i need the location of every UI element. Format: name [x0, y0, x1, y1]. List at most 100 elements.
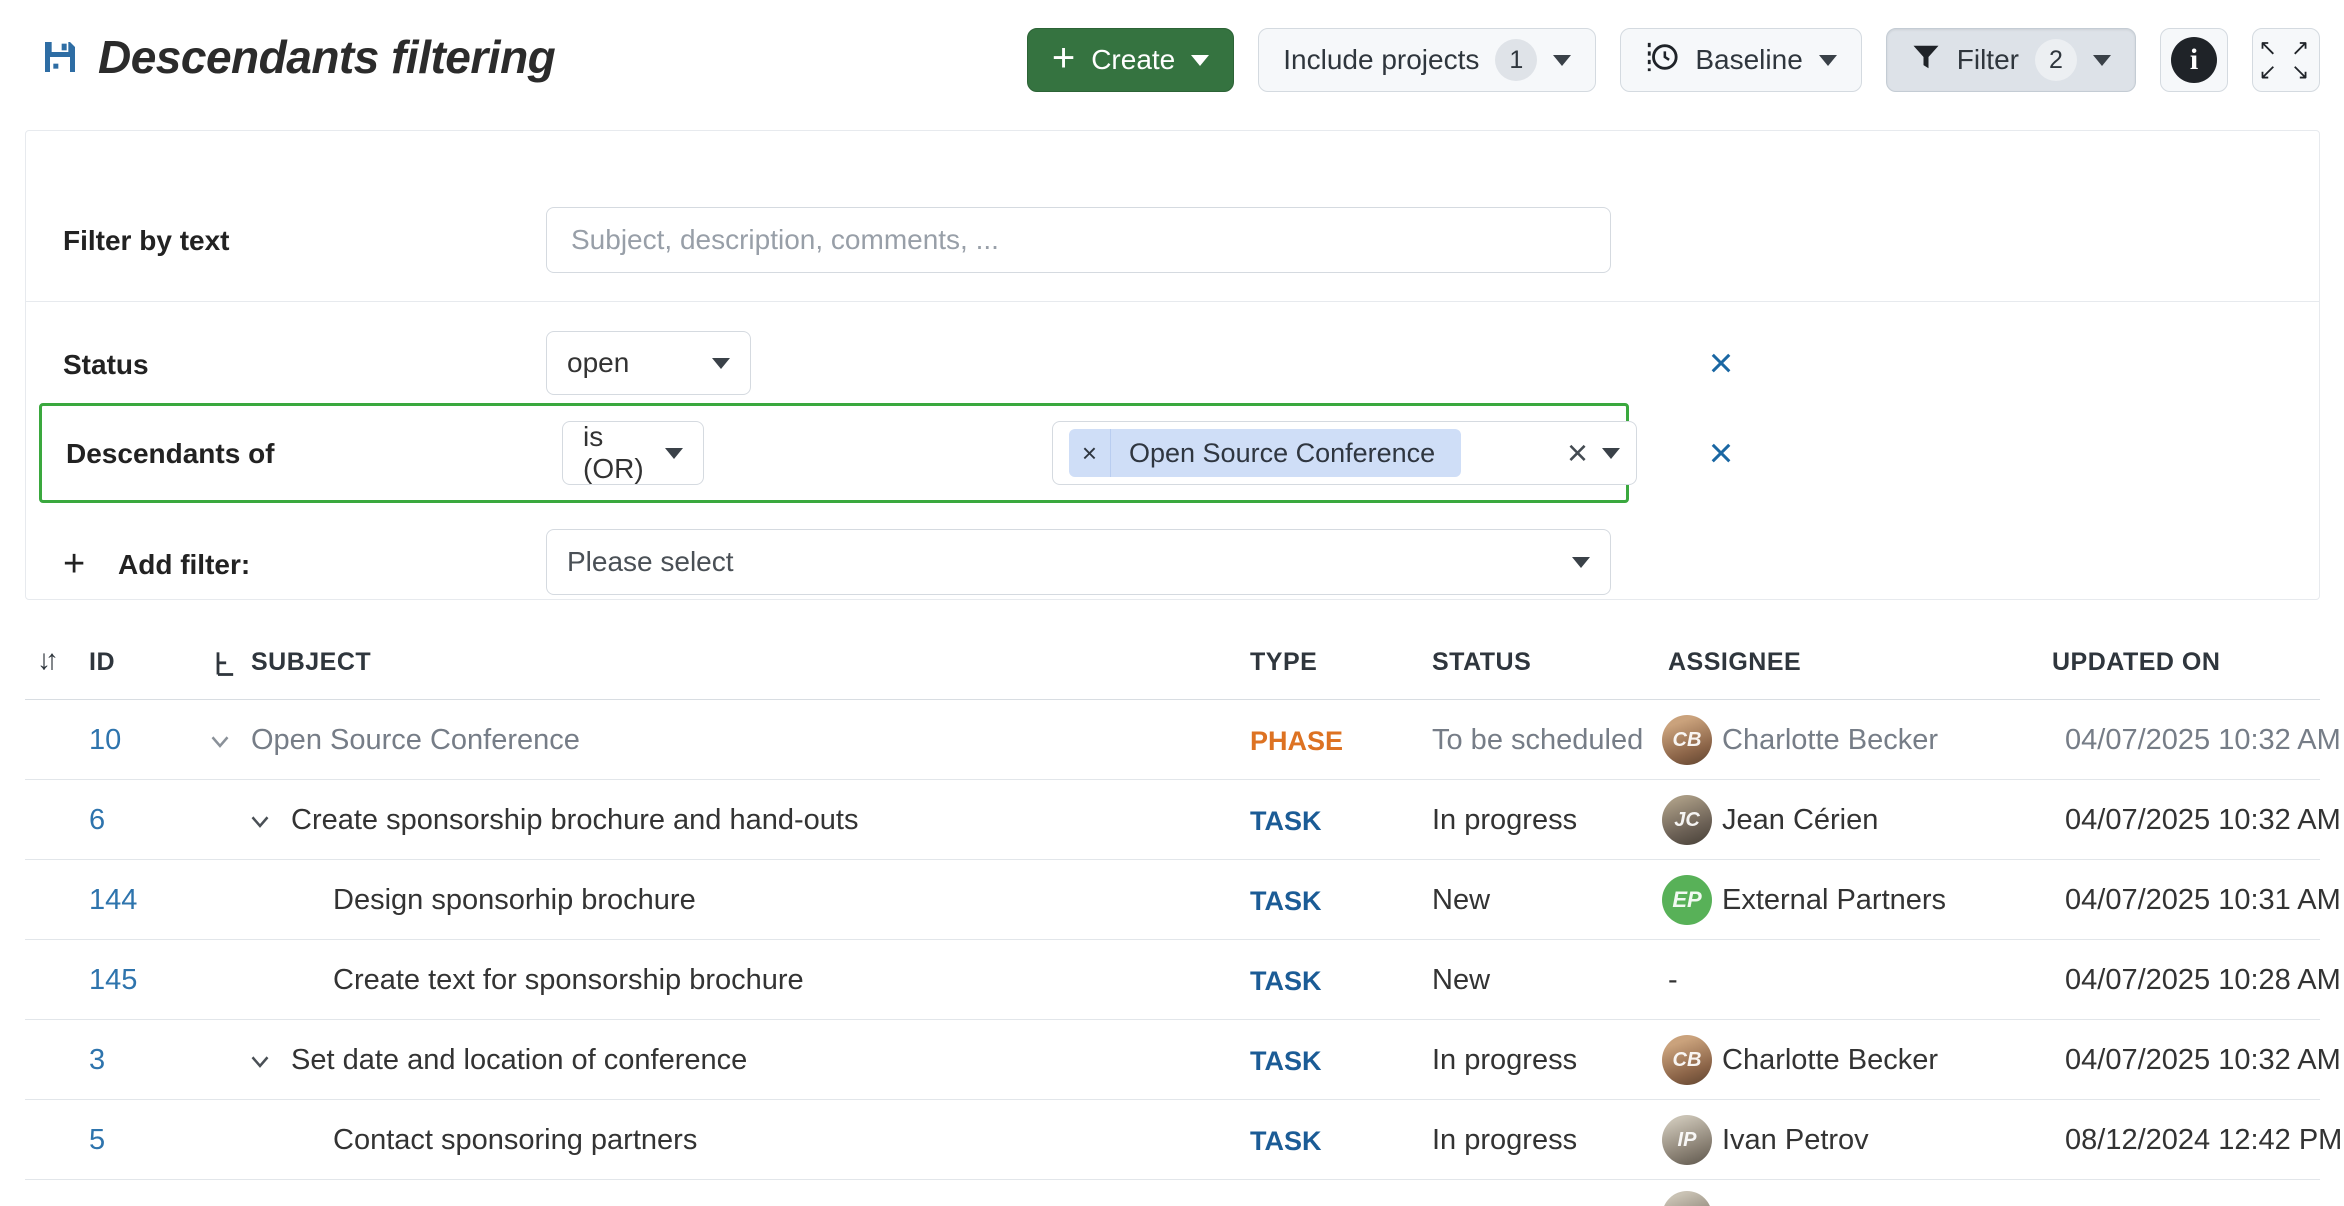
table-row[interactable]: 6 Create sponsorship brochure and hand-o… — [25, 780, 2320, 860]
work-package-id-link[interactable]: 5 — [89, 1124, 105, 1157]
caret-down-icon[interactable] — [1602, 448, 1620, 459]
type-badge: PHASE — [1250, 726, 1343, 757]
filter-by-text-input[interactable] — [546, 207, 1611, 273]
page-title: Descendants filtering — [98, 30, 555, 84]
work-package-subject[interactable]: Create text for sponsorship brochure — [333, 964, 804, 997]
selected-value-chip: × Open Source Conference — [1069, 429, 1461, 477]
table-row-partial — [25, 1180, 2320, 1206]
chevron-down-icon — [1191, 55, 1209, 66]
column-header-type[interactable]: TYPE — [1250, 648, 1317, 677]
table-row[interactable]: 10 Open Source Conference PHASE To be sc… — [25, 700, 2320, 780]
assignee-name: External Partners — [1722, 884, 1946, 917]
include-projects-label: Include projects — [1283, 44, 1479, 76]
descendants-operator-select[interactable]: is (OR) — [562, 421, 704, 485]
caret-down-icon — [1572, 557, 1590, 568]
table-row[interactable]: 3 Set date and location of conference TA… — [25, 1020, 2320, 1100]
column-header-updated-on[interactable]: UPDATED ON — [2052, 648, 2220, 677]
filter-button[interactable]: Filter 2 — [1886, 28, 2136, 92]
caret-down-icon — [712, 358, 730, 369]
filter-by-text-label: Filter by text — [63, 225, 229, 257]
column-header-assignee[interactable]: ASSIGNEE — [1668, 648, 1801, 677]
assignee-avatar: JC — [1662, 795, 1712, 845]
assignee-name: - — [1668, 964, 1678, 997]
toolbar: + Create Include projects 1 Baseline — [1027, 28, 2320, 92]
include-projects-badge: 1 — [1495, 39, 1537, 81]
table-header: ↓↑ ID SUBJECT TYPE STATUS ASSIGNEE UPDAT… — [25, 630, 2320, 700]
status-text: New — [1432, 964, 1490, 997]
info-button[interactable]: i — [2160, 28, 2228, 92]
assignee-name: Ivan Petrov — [1722, 1124, 1869, 1157]
work-package-id-link[interactable]: 145 — [89, 964, 137, 997]
remove-status-filter-button[interactable]: × — [1691, 333, 1751, 393]
caret-down-icon — [665, 448, 683, 459]
work-package-subject[interactable]: Design sponsorhip brochure — [333, 884, 696, 917]
assignee-avatar — [1662, 1191, 1712, 1206]
page-header: Descendants filtering + Create Include p… — [0, 0, 2344, 120]
updated-on-timestamp: 04/07/2025 10:32 AM — [2065, 804, 2341, 837]
table-row[interactable]: 5 Contact sponsoring partners TASK In pr… — [25, 1100, 2320, 1180]
table-row[interactable]: 144 Design sponsorhip brochure TASK New … — [25, 860, 2320, 940]
descendants-filter-row-highlighted: Descendants of is (OR) × Open Source Con… — [39, 403, 1629, 503]
plus-icon: + — [1052, 38, 1075, 78]
baseline-button[interactable]: Baseline — [1620, 28, 1861, 92]
work-package-id-link[interactable]: 3 — [89, 1044, 105, 1077]
filter-badge: 2 — [2035, 39, 2077, 81]
clear-selection-icon[interactable]: × — [1553, 432, 1602, 474]
create-button[interactable]: + Create — [1027, 28, 1234, 92]
baseline-label: Baseline — [1695, 44, 1802, 76]
collapse-chevron-icon[interactable] — [245, 1046, 275, 1084]
create-button-label: Create — [1091, 44, 1175, 76]
work-package-subject[interactable]: Create sponsorship brochure and hand-out… — [291, 804, 858, 837]
descendants-filter-label: Descendants of — [66, 438, 275, 470]
work-package-subject[interactable]: Set date and location of conference — [291, 1044, 747, 1077]
add-filter-value: Please select — [567, 546, 734, 578]
add-filter-select[interactable]: Please select — [546, 529, 1611, 595]
descendants-value-select[interactable]: × Open Source Conference × — [1052, 421, 1637, 485]
updated-on-timestamp: 04/07/2025 10:28 AM — [2065, 964, 2341, 997]
table-row[interactable]: 145 Create text for sponsorship brochure… — [25, 940, 2320, 1020]
work-package-id-link[interactable]: 144 — [89, 884, 137, 917]
save-view-icon[interactable] — [40, 37, 80, 77]
filter-button-label: Filter — [1957, 44, 2019, 76]
updated-on-timestamp: 04/07/2025 10:32 AM — [2065, 724, 2341, 757]
remove-descendants-filter-button[interactable]: × — [1691, 423, 1751, 483]
status-text: In progress — [1432, 804, 1577, 837]
work-package-id-link[interactable]: 10 — [89, 724, 121, 757]
column-header-subject[interactable]: SUBJECT — [251, 648, 371, 677]
chip-label: Open Source Conference — [1111, 438, 1461, 469]
status-text: In progress — [1432, 1044, 1577, 1077]
plus-icon: + — [63, 543, 85, 586]
status-text: New — [1432, 884, 1490, 917]
type-badge: TASK — [1250, 966, 1322, 997]
type-badge: TASK — [1250, 806, 1322, 837]
work-package-table: ↓↑ ID SUBJECT TYPE STATUS ASSIGNEE UPDAT… — [25, 630, 2320, 1206]
assignee-name: Jean Cérien — [1722, 804, 1878, 837]
updated-on-timestamp: 04/07/2025 10:32 AM — [2065, 1044, 2341, 1077]
fullscreen-button[interactable]: ↖ ↗↙ ↘ — [2252, 28, 2320, 92]
assignee-avatar: CB — [1662, 715, 1712, 765]
column-header-status[interactable]: STATUS — [1432, 648, 1531, 677]
column-header-id[interactable]: ID — [89, 648, 115, 677]
type-badge: TASK — [1250, 1126, 1322, 1157]
hierarchy-icon[interactable] — [211, 650, 239, 685]
status-select[interactable]: open — [546, 331, 751, 395]
chevron-down-icon — [1819, 55, 1837, 66]
collapse-chevron-icon[interactable] — [245, 806, 275, 844]
assignee-avatar: EP — [1662, 875, 1712, 925]
collapse-chevron-icon[interactable] — [205, 726, 235, 764]
work-package-id-link[interactable]: 6 — [89, 804, 105, 837]
chip-remove-icon[interactable]: × — [1069, 429, 1111, 477]
assignee-avatar: IP — [1662, 1115, 1712, 1165]
add-filter-label: Add filter: — [118, 549, 250, 581]
filter-panel: Filter by text Status open × Descendants… — [25, 130, 2320, 600]
sort-icon[interactable]: ↓↑ — [37, 644, 53, 676]
work-package-subject[interactable]: Open Source Conference — [251, 724, 580, 757]
include-projects-button[interactable]: Include projects 1 — [1258, 28, 1596, 92]
baseline-icon — [1645, 40, 1679, 81]
assignee-name: Charlotte Becker — [1722, 1044, 1938, 1077]
info-icon: i — [2171, 37, 2217, 83]
status-filter-label: Status — [63, 349, 149, 381]
work-package-subject[interactable]: Contact sponsoring partners — [333, 1124, 697, 1157]
expand-icon: ↖ ↗↙ ↘ — [2259, 36, 2314, 84]
assignee-avatar: CB — [1662, 1035, 1712, 1085]
